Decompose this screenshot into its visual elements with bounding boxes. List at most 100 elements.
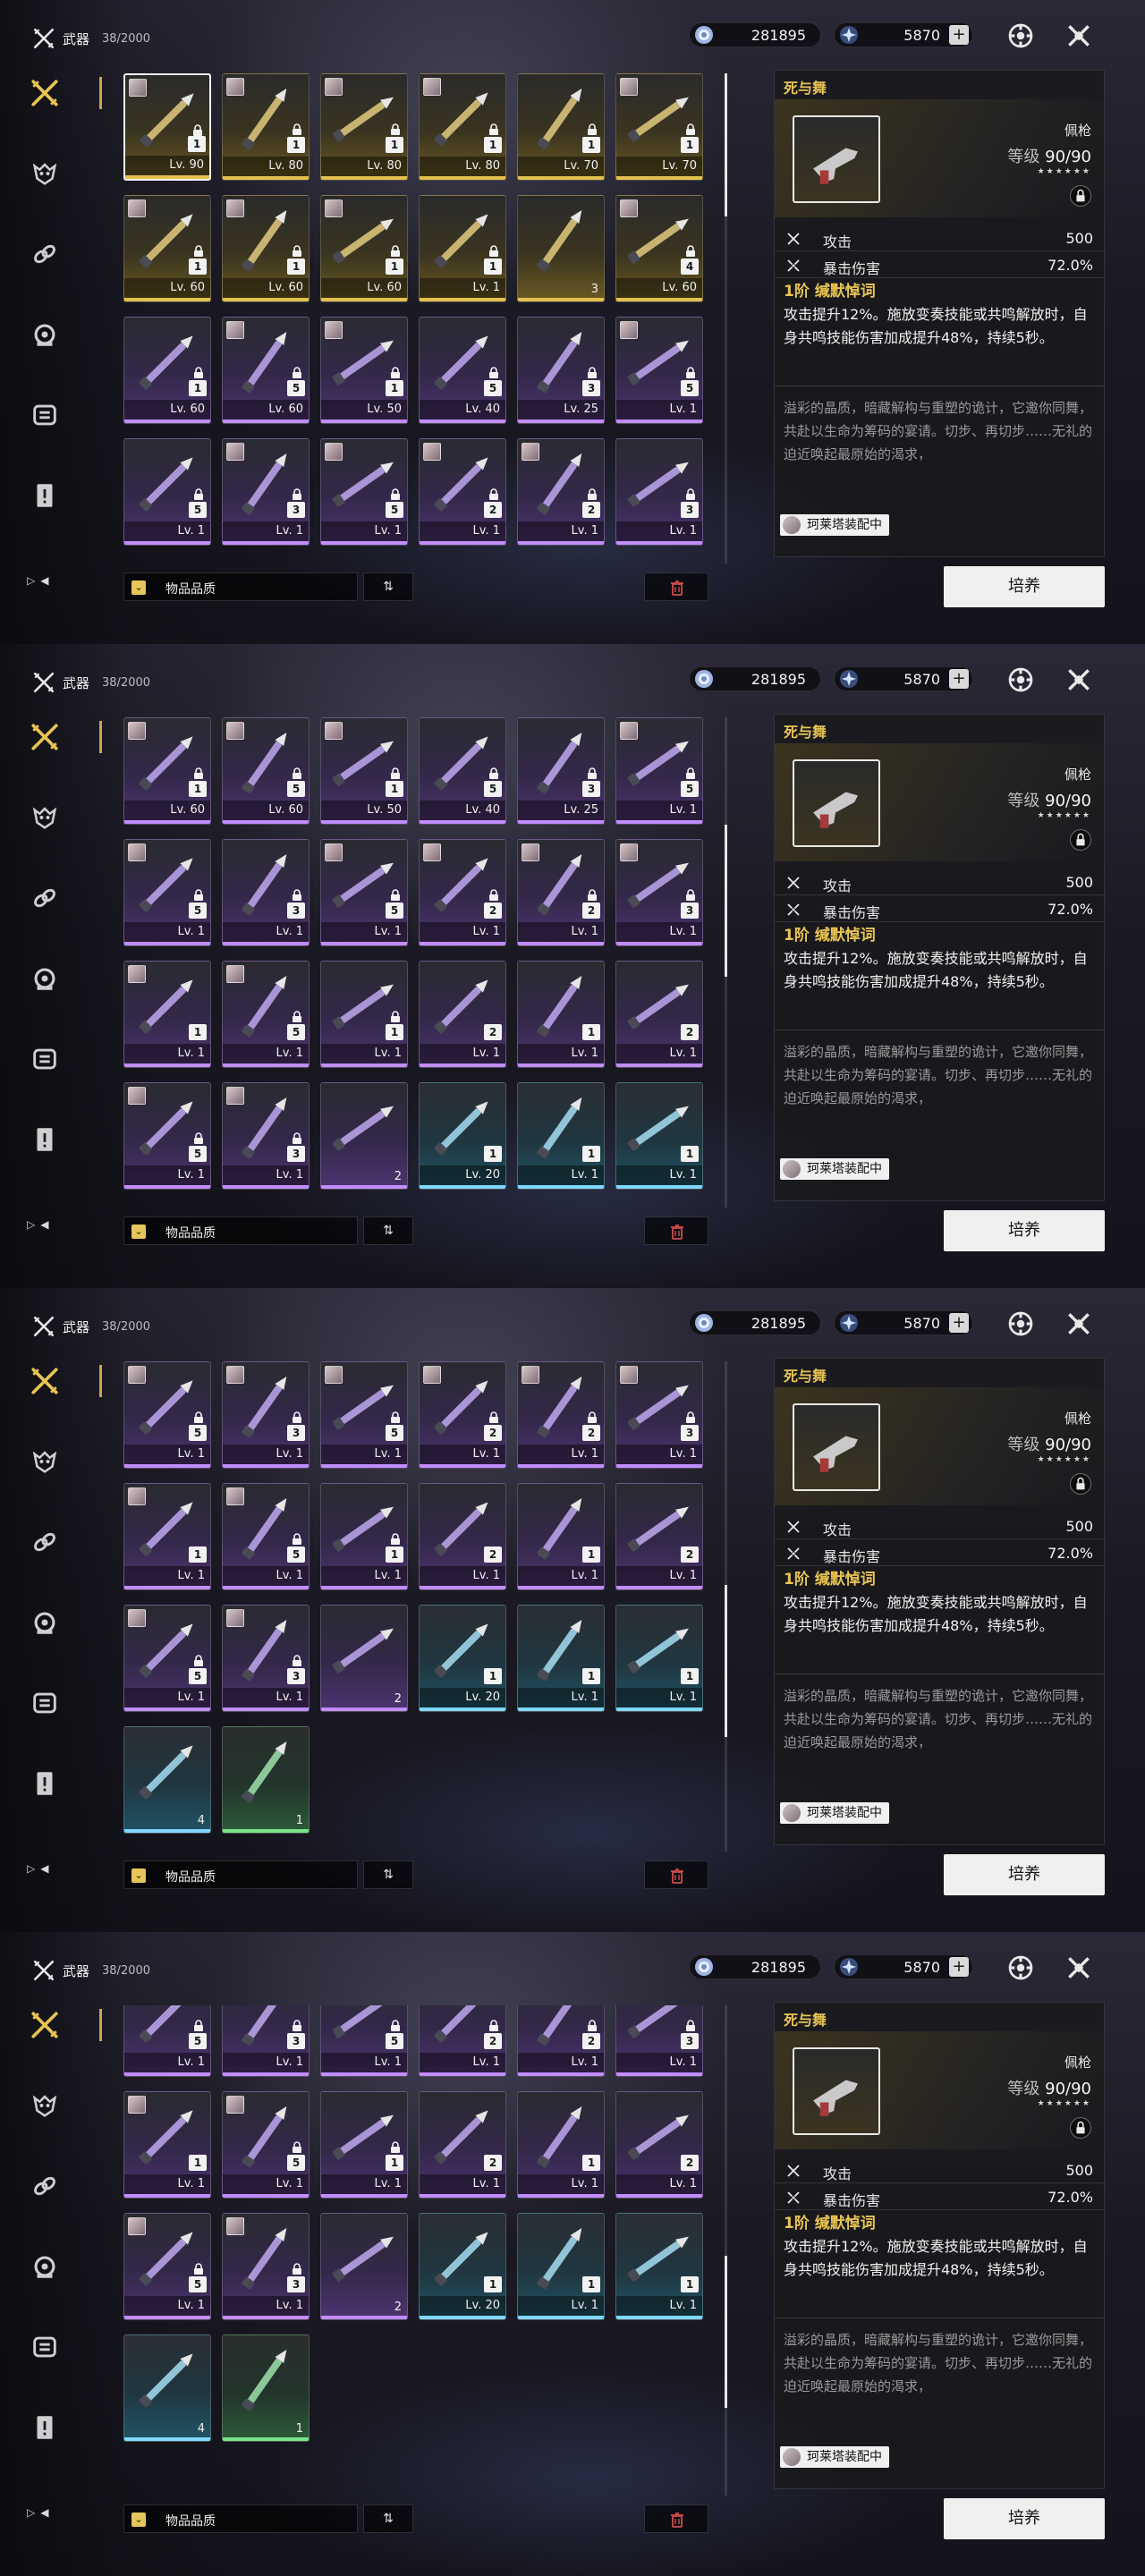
lock-toggle-icon[interactable]	[1070, 1473, 1091, 1495]
nav-tab[interactable]	[23, 2084, 66, 2127]
nav-tab[interactable]	[23, 796, 66, 839]
weapon-card[interactable]: 1 Lv. 1	[123, 2091, 211, 2199]
weapon-card[interactable]: 1 Lv. 60	[123, 195, 211, 302]
grid-scrollbar[interactable]	[725, 1361, 727, 1852]
weapon-card[interactable]: 5 Lv. 1	[123, 1605, 211, 1712]
scroll-thumb[interactable]	[725, 73, 727, 216]
weapon-card[interactable]: 1 Lv. 80	[222, 73, 310, 181]
weapon-card[interactable]: 3 Lv. 1	[222, 1361, 310, 1469]
weapon-card[interactable]: 2 Lv. 1	[615, 2091, 703, 2199]
quality-filter-dropdown[interactable]: ⌄ 物品品质	[123, 1860, 358, 1889]
settings-gear-icon[interactable]	[1006, 665, 1035, 694]
weapon-card[interactable]: 3 Lv. 1	[615, 438, 703, 546]
grid-scrollbar[interactable]	[725, 2005, 727, 2496]
nav-tab[interactable]	[23, 2326, 66, 2368]
weapon-card[interactable]: 1 Lv. 1	[517, 961, 605, 1068]
weapon-card[interactable]: 2 Lv. 1	[419, 1483, 506, 1590]
weapon-card[interactable]: 1	[222, 2334, 310, 2442]
weapon-card[interactable]: 5 Lv. 1	[222, 2091, 310, 2199]
weapon-card[interactable]: 1 Lv. 1	[517, 1605, 605, 1712]
sort-order-button[interactable]: ⇅	[363, 2504, 413, 2533]
weapon-card[interactable]: 5 Lv. 40	[419, 317, 506, 424]
add-astrite-button[interactable]: +	[949, 25, 969, 45]
cultivate-button[interactable]: 培养	[944, 1854, 1105, 1895]
weapon-card[interactable]: 3 Lv. 1	[222, 1082, 310, 1190]
weapon-card[interactable]: 5 Lv. 40	[419, 717, 506, 825]
weapon-card[interactable]: 3 Lv. 1	[222, 2005, 310, 2077]
weapon-card[interactable]: 1 Lv. 1	[615, 1605, 703, 1712]
weapon-card[interactable]: 5 Lv. 1	[615, 317, 703, 424]
weapon-card[interactable]: 3 Lv. 1	[222, 438, 310, 546]
weapon-card[interactable]: 1 Lv. 50	[320, 717, 408, 825]
nav-tab[interactable]	[23, 1038, 66, 1080]
weapon-card[interactable]: 2	[320, 1082, 408, 1190]
weapon-card[interactable]: 1 Lv. 50	[320, 317, 408, 424]
weapon-card[interactable]: 1 Lv. 60	[123, 317, 211, 424]
dismantle-button[interactable]	[644, 2504, 708, 2533]
weapon-card[interactable]: 4	[123, 2334, 211, 2442]
weapon-grid[interactable]: 5 Lv. 1 3 Lv. 1 5 Lv. 1 2 Lv. 1 2 Lv. 1 3 Lv. 1 1 Lv.…	[123, 1361, 717, 1852]
nav-tab[interactable]	[23, 2004, 102, 2046]
nav-tab[interactable]	[23, 1521, 66, 1563]
weapon-card[interactable]: 3 Lv. 1	[222, 2213, 310, 2320]
weapon-card[interactable]: 2 Lv. 1	[517, 438, 605, 546]
weapon-card[interactable]: 2 Lv. 1	[419, 1361, 506, 1469]
weapon-card[interactable]: 5 Lv. 1	[615, 717, 703, 825]
weapon-card[interactable]: 1 Lv. 1	[517, 2213, 605, 2320]
weapon-card[interactable]: 3 Lv. 25	[517, 717, 605, 825]
lock-toggle-icon[interactable]	[1070, 185, 1091, 207]
nav-tab[interactable]	[23, 72, 102, 114]
weapon-card[interactable]: 2	[320, 1605, 408, 1712]
sort-order-button[interactable]: ⇅	[363, 1216, 413, 1245]
weapon-card[interactable]: 3 Lv. 1	[222, 839, 310, 946]
sidebar-toggle[interactable]: ▷ ◀	[27, 1218, 48, 1231]
scroll-thumb[interactable]	[725, 825, 727, 977]
nav-tab[interactable]	[23, 2165, 66, 2207]
weapon-card[interactable]: 2 Lv. 1	[615, 961, 703, 1068]
nav-tab[interactable]	[23, 1601, 66, 1644]
weapon-card[interactable]: 3 Lv. 1	[222, 1605, 310, 1712]
lock-toggle-icon[interactable]	[1070, 829, 1091, 851]
weapon-card[interactable]: 1 Lv. 1	[123, 1483, 211, 1590]
quality-filter-dropdown[interactable]: ⌄ 物品品质	[123, 2504, 358, 2533]
weapon-card[interactable]: 5 Lv. 1	[222, 1483, 310, 1590]
grid-scrollbar[interactable]	[725, 717, 727, 1208]
close-icon[interactable]	[1064, 21, 1093, 50]
weapon-card[interactable]: 1 Lv. 60	[222, 195, 310, 302]
weapon-card[interactable]: 2 Lv. 1	[517, 2005, 605, 2077]
close-icon[interactable]	[1064, 665, 1093, 694]
weapon-card[interactable]: 1 Lv. 1	[517, 1483, 605, 1590]
weapon-card[interactable]: 5 Lv. 60	[222, 717, 310, 825]
settings-gear-icon[interactable]	[1006, 21, 1035, 50]
weapon-card[interactable]: 1 Lv. 1	[123, 961, 211, 1068]
sidebar-toggle[interactable]: ▷ ◀	[27, 574, 48, 587]
close-icon[interactable]	[1064, 1309, 1093, 1338]
lock-toggle-icon[interactable]	[1070, 2117, 1091, 2139]
weapon-card[interactable]: 1 Lv. 80	[320, 73, 408, 181]
weapon-card[interactable]: 1	[222, 1726, 310, 1834]
nav-tab[interactable]	[23, 474, 66, 517]
weapon-card[interactable]: 5 Lv. 1	[123, 2213, 211, 2320]
close-icon[interactable]	[1064, 1953, 1093, 1982]
nav-tab[interactable]	[23, 1118, 66, 1161]
cultivate-button[interactable]: 培养	[944, 2498, 1105, 2539]
weapon-card[interactable]: 1 Lv. 60	[123, 717, 211, 825]
cultivate-button[interactable]: 培养	[944, 566, 1105, 607]
weapon-card[interactable]: 2 Lv. 1	[419, 839, 506, 946]
weapon-card[interactable]: 3 Lv. 25	[517, 317, 605, 424]
dismantle-button[interactable]	[644, 1216, 708, 1245]
weapon-card[interactable]: 5 Lv. 1	[320, 438, 408, 546]
weapon-card[interactable]: 1 Lv. 70	[615, 73, 703, 181]
weapon-card[interactable]: 5 Lv. 60	[222, 317, 310, 424]
nav-tab[interactable]	[23, 957, 66, 1000]
sort-order-button[interactable]: ⇅	[363, 572, 413, 601]
weapon-card[interactable]: 5 Lv. 1	[123, 1361, 211, 1469]
weapon-card[interactable]: 3 Lv. 1	[615, 839, 703, 946]
weapon-card[interactable]: 2 Lv. 1	[517, 1361, 605, 1469]
weapon-card[interactable]: 1 Lv. 1	[320, 1483, 408, 1590]
weapon-card[interactable]: 5 Lv. 1	[222, 961, 310, 1068]
weapon-grid[interactable]: 5 Lv. 1 3 Lv. 1 5 Lv. 1 2 Lv. 1 2 Lv. 1 3 Lv. 1 1 Lv.…	[123, 2005, 717, 2496]
weapon-grid[interactable]: 1 Lv. 90 1 Lv. 80 1 Lv. 80 1 Lv. 80 1 Lv. 70 1 Lv. …	[123, 73, 717, 564]
nav-tab[interactable]	[23, 1440, 66, 1483]
settings-gear-icon[interactable]	[1006, 1953, 1035, 1982]
